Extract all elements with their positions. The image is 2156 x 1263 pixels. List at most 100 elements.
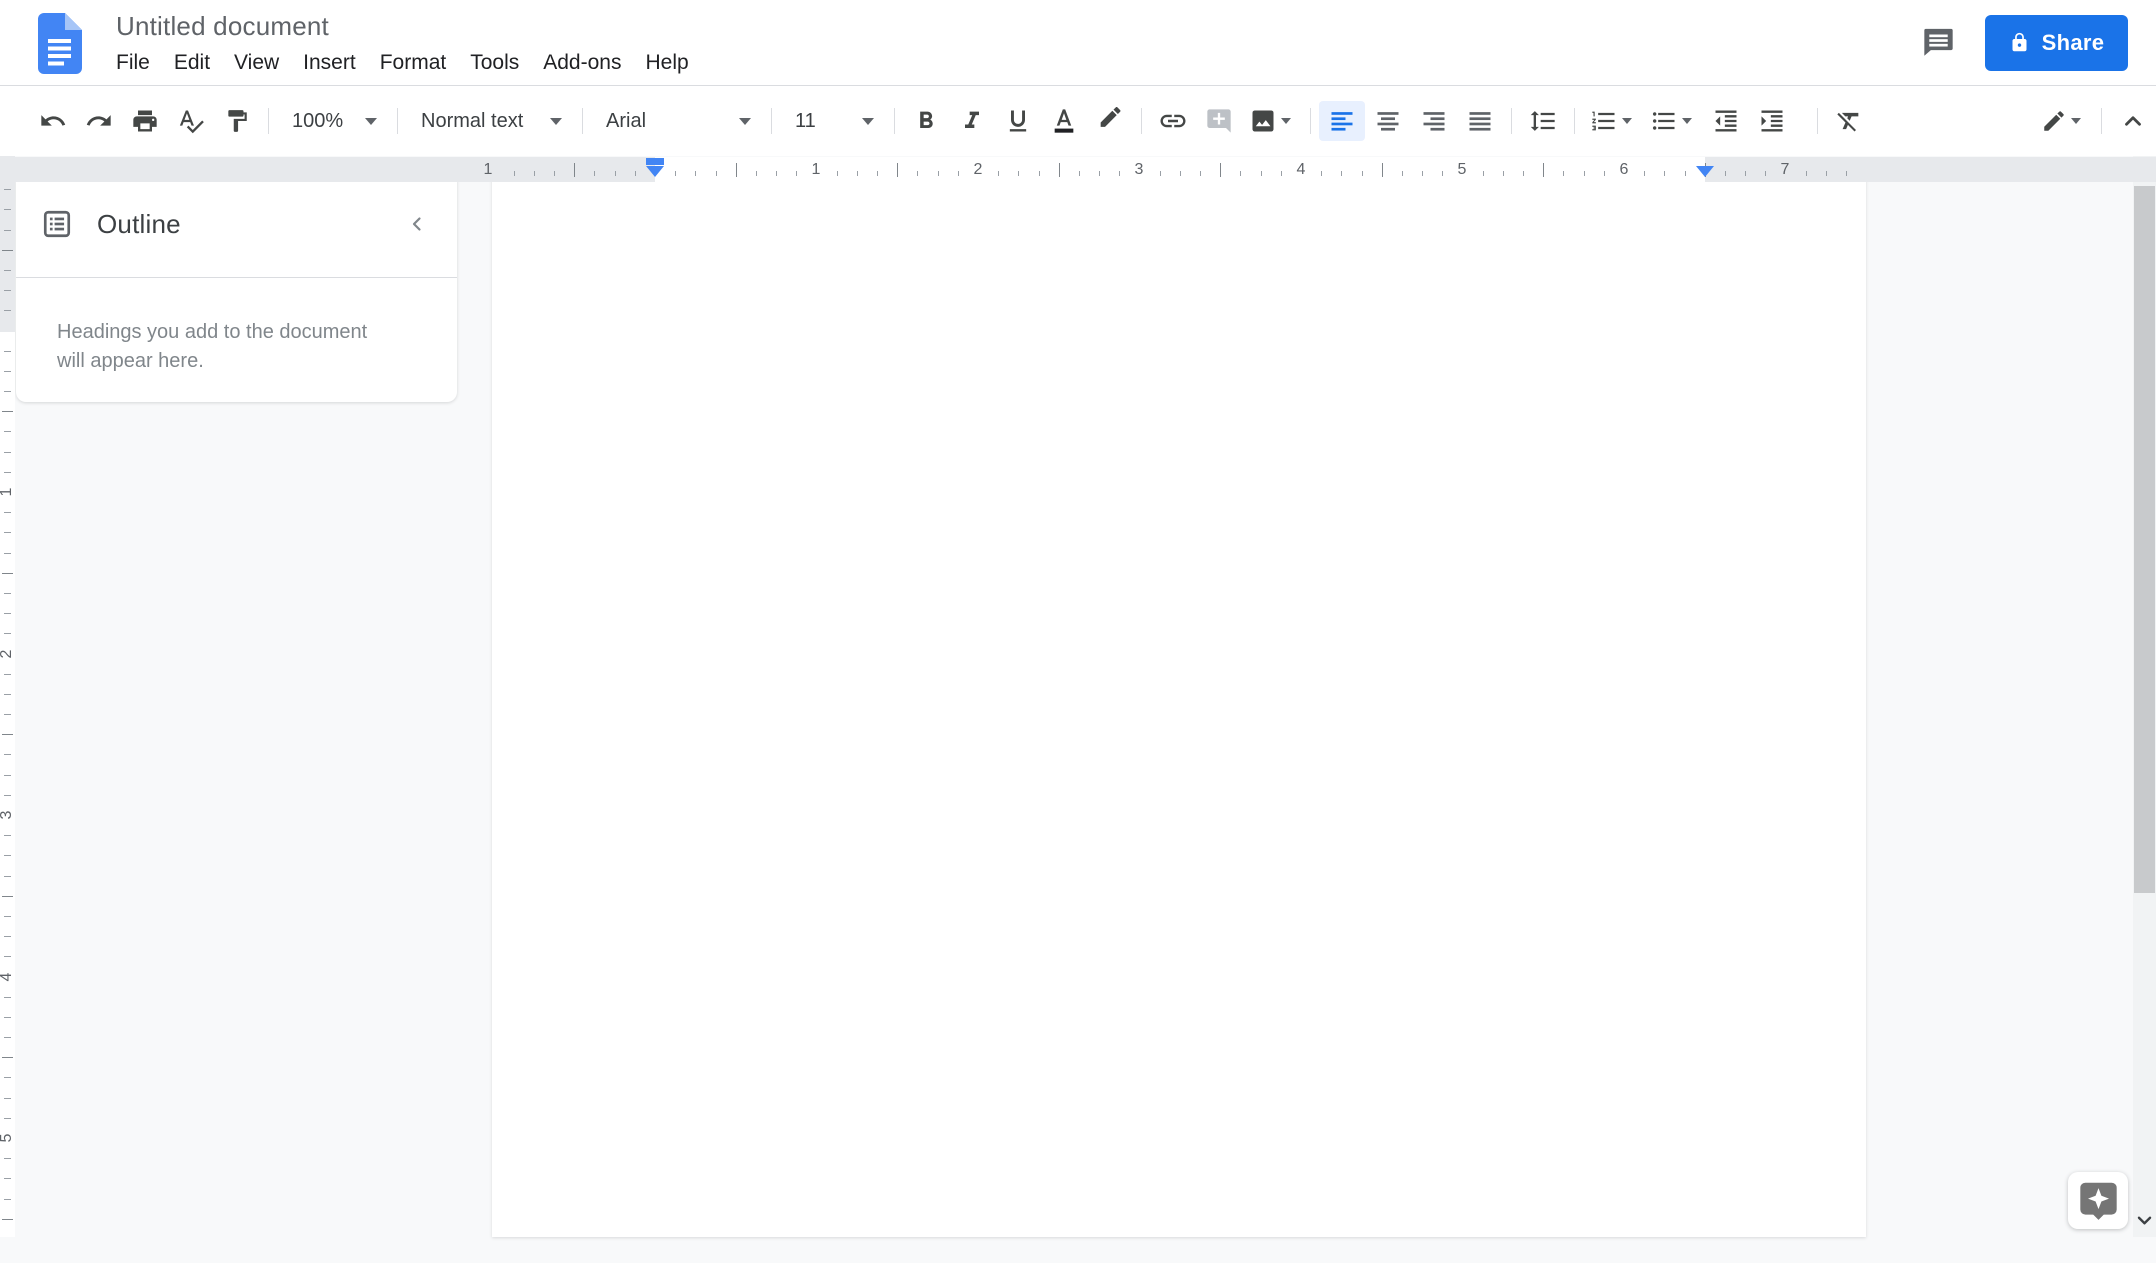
redo-icon xyxy=(86,115,111,126)
spellcheck-button[interactable] xyxy=(168,101,214,141)
align-center-button[interactable] xyxy=(1365,101,1411,141)
bold-button[interactable] xyxy=(903,101,949,141)
ruler-tick xyxy=(1724,171,1726,176)
align-right-button[interactable] xyxy=(1411,101,1457,141)
undo-button[interactable] xyxy=(30,101,76,141)
ruler-tick xyxy=(1502,171,1504,176)
numbered-list-button[interactable] xyxy=(1583,101,1643,141)
paint-format-icon xyxy=(228,110,247,132)
ruler-tick xyxy=(856,171,858,176)
ruler-tick xyxy=(4,875,11,877)
font-value: Arial xyxy=(606,109,647,132)
menu-tools[interactable]: Tools xyxy=(458,49,531,77)
document-page[interactable] xyxy=(492,170,1866,1237)
increase-indent-button[interactable] xyxy=(1749,101,1795,141)
paint-format-button[interactable] xyxy=(214,101,260,141)
menu-addons[interactable]: Add-ons xyxy=(531,49,633,77)
italic-button[interactable] xyxy=(949,101,995,141)
dropdown-arrow-icon xyxy=(365,117,377,125)
align-left-button[interactable] xyxy=(1319,101,1365,141)
dropdown-arrow-icon xyxy=(1622,118,1632,124)
ruler-tick xyxy=(1341,171,1343,176)
redo-button[interactable] xyxy=(76,101,122,141)
bulleted-list-button[interactable] xyxy=(1643,101,1703,141)
outline-icon xyxy=(43,210,71,238)
ruler-tick xyxy=(4,431,11,433)
document-title[interactable]: Untitled document xyxy=(116,11,701,42)
ruler-tick xyxy=(1543,163,1545,177)
ruler-tick xyxy=(937,171,939,176)
underline-button[interactable] xyxy=(995,101,1041,141)
menu-view[interactable]: View xyxy=(222,49,291,77)
ruler-tick xyxy=(4,189,11,191)
decrease-indent-button[interactable] xyxy=(1703,101,1749,141)
bold-icon xyxy=(920,111,933,128)
scroll-down-button[interactable] xyxy=(2133,1205,2156,1235)
right-indent-marker[interactable] xyxy=(1696,166,1714,177)
ruler-tick xyxy=(4,370,11,372)
styles-select[interactable]: Normal text xyxy=(406,101,574,141)
outline-panel: Outline Headings you add to the document… xyxy=(16,171,457,402)
ruler-tick xyxy=(836,171,838,176)
justify-button[interactable] xyxy=(1457,101,1503,141)
bulleted-list-icon xyxy=(1652,112,1675,130)
align-center-icon xyxy=(1377,112,1399,131)
spellcheck-icon xyxy=(179,110,204,134)
line-spacing-button[interactable] xyxy=(1520,101,1566,141)
dropdown-arrow-icon xyxy=(1281,118,1291,124)
clear-formatting-icon xyxy=(1837,112,1859,132)
ruler-tick xyxy=(4,310,11,312)
menu-edit[interactable]: Edit xyxy=(162,49,222,77)
ruler-tick xyxy=(957,171,959,176)
ruler-number: 5 xyxy=(1457,161,1467,178)
font-size-select[interactable]: 11 xyxy=(780,101,886,141)
ruler-tick xyxy=(1603,171,1605,176)
toolbar-divider xyxy=(1817,108,1818,134)
open-comments-button[interactable] xyxy=(1915,20,1961,66)
text-color-button[interactable] xyxy=(1041,101,1087,141)
zoom-select[interactable]: 100% xyxy=(277,101,389,141)
hide-menus-button[interactable] xyxy=(2110,101,2156,141)
ruler-tick xyxy=(917,171,919,176)
explore-icon xyxy=(2079,1182,2117,1220)
clear-formatting-button[interactable] xyxy=(1826,101,1872,141)
link-icon xyxy=(1160,114,1186,128)
menu-help[interactable]: Help xyxy=(633,49,700,77)
ruler-tick xyxy=(1442,171,1444,176)
menu-format[interactable]: Format xyxy=(368,49,459,77)
add-comment-button[interactable] xyxy=(1196,101,1242,141)
insert-image-button[interactable] xyxy=(1242,101,1302,141)
ruler-tick xyxy=(1401,171,1403,176)
increase-indent-icon xyxy=(1761,110,1783,132)
insert-link-button[interactable] xyxy=(1150,101,1196,141)
ruler-tick xyxy=(2,895,13,897)
font-size-value: 11 xyxy=(795,109,816,132)
ruler-tick xyxy=(1765,171,1767,176)
ruler-tick xyxy=(574,163,576,177)
editing-mode-button[interactable] xyxy=(2033,101,2093,141)
ruler-tick xyxy=(1220,163,1222,177)
ruler-tick xyxy=(1018,171,1020,176)
print-icon xyxy=(133,110,157,132)
highlight-color-button[interactable] xyxy=(1087,101,1133,141)
pencil-icon xyxy=(2044,111,2064,131)
docs-logo-icon[interactable] xyxy=(36,12,83,75)
ruler-number: 1 xyxy=(483,161,493,178)
line-spacing-icon xyxy=(1530,111,1555,131)
explore-button[interactable] xyxy=(2068,1172,2128,1229)
print-button[interactable] xyxy=(122,101,168,141)
first-line-indent-marker[interactable] xyxy=(646,158,664,165)
ruler-tick xyxy=(1664,171,1666,176)
font-select[interactable]: Arial xyxy=(591,101,763,141)
left-indent-marker[interactable] xyxy=(646,166,664,177)
vertical-scrollbar[interactable] xyxy=(2133,156,2156,1237)
collapse-outline-button[interactable] xyxy=(399,206,435,242)
ruler-tick xyxy=(1644,171,1646,176)
ruler-tick xyxy=(755,171,757,176)
menu-insert[interactable]: Insert xyxy=(291,49,368,77)
share-button[interactable]: Share xyxy=(1985,14,2128,71)
ruler-top-margin-zone xyxy=(0,156,15,332)
scrollbar-thumb[interactable] xyxy=(2134,186,2155,893)
menu-file[interactable]: File xyxy=(104,49,162,77)
dropdown-arrow-icon xyxy=(550,117,562,125)
